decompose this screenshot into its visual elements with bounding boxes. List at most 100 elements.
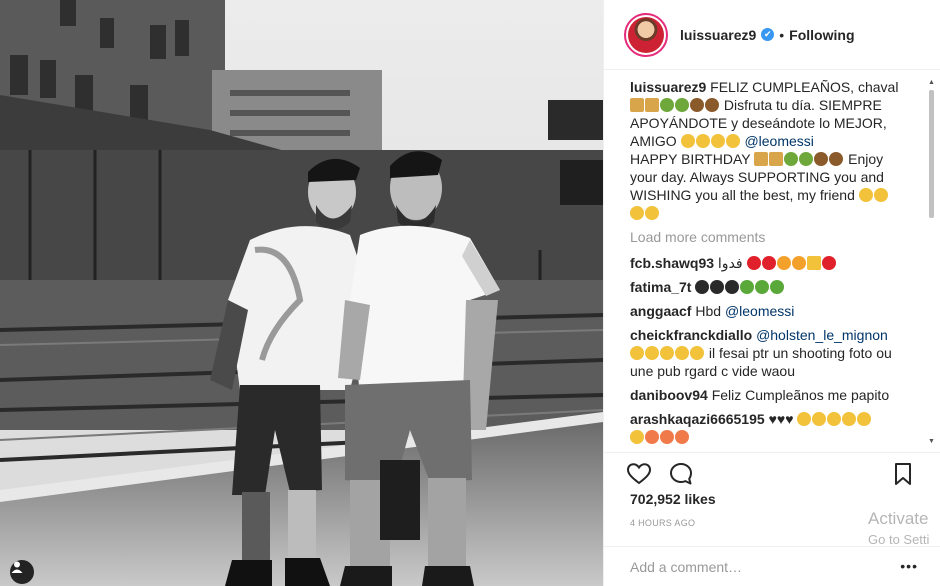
flexed-biceps-icon — [680, 134, 695, 148]
caption-username[interactable]: luissuarez9 — [630, 79, 706, 95]
load-more-comments[interactable]: Load more comments — [630, 228, 916, 246]
fist-icon — [710, 134, 725, 148]
comment-text: ♥♥♥ — [768, 411, 794, 427]
comment-username[interactable]: arashkaqazi6665195 — [630, 411, 765, 427]
post-panel: luissuarez9 ✔ • Following luissuarez9 FE… — [603, 0, 940, 586]
mention-link[interactable]: @holsten_le_mignon — [756, 327, 888, 343]
caption: luissuarez9 FELIZ CUMPLEAÑOS, chaval Dis… — [630, 78, 916, 222]
comment-item: fatima_7t — [630, 278, 916, 296]
likes-count[interactable]: 702,952 likes — [630, 491, 716, 507]
comment-item: arashkaqazi6665195 ♥♥♥ — [630, 410, 916, 444]
caption-line-6: your day. Always SUPPORTING you and — [630, 169, 884, 185]
mention-link[interactable]: @leomessi — [744, 133, 813, 149]
windows-activation-watermark: Activate Go to Setti — [868, 508, 929, 550]
carrot-icon — [660, 98, 674, 112]
flexed-biceps-icon — [873, 188, 888, 202]
post-photo[interactable] — [0, 0, 603, 586]
scroll-up-arrow-icon[interactable]: ▲ — [927, 78, 936, 87]
fist-icon — [630, 206, 644, 220]
caption-line-4: AMIGO — [630, 133, 677, 149]
heart-eyes-icon — [660, 430, 674, 444]
following-button[interactable]: Following — [789, 27, 854, 43]
heart-eyes-icon — [675, 430, 689, 444]
spade-emoji-icon — [710, 280, 725, 294]
clapping-hands-icon — [857, 412, 872, 426]
sad-face-icon — [645, 346, 659, 360]
cat-face-icon — [791, 256, 806, 270]
comments-scrollbar[interactable]: ▲ ▼ — [927, 78, 936, 446]
cake-icon — [829, 152, 844, 166]
avatar-image — [628, 16, 664, 53]
spade-emoji-icon — [725, 280, 740, 294]
action-bar — [604, 452, 940, 492]
instagram-post: luissuarez9 ✔ • Following luissuarez9 FE… — [0, 0, 940, 586]
caption-line-5: HAPPY BIRTHDAY — [630, 151, 751, 167]
mention-link[interactable]: @leomessi — [725, 303, 794, 319]
watermark-title: Activate — [868, 509, 929, 528]
comment-username[interactable]: cheickfranckdiallo — [630, 327, 752, 343]
emoji-group-1 — [630, 97, 720, 113]
caption-line-2: Disfruta tu día. SIEMPRE — [723, 97, 882, 113]
comment-username[interactable]: daniboov94 — [630, 387, 708, 403]
comment-username[interactable]: anggaacf — [630, 303, 691, 319]
comment-item: anggaacf Hbd @leomessi — [630, 302, 916, 320]
photo-illustration — [0, 0, 603, 586]
cake-icon — [705, 98, 719, 112]
cake-icon — [814, 152, 829, 166]
heart-emoji-icon — [821, 256, 836, 270]
comment-username[interactable]: fcb.shawq93 — [630, 255, 714, 271]
cactus-icon — [755, 280, 770, 294]
cactus-icon — [770, 280, 785, 294]
comment-text: Hbd — [695, 303, 722, 319]
cactus-icon — [740, 280, 755, 294]
sad-face-icon — [630, 346, 644, 360]
header-separator: • — [779, 26, 785, 43]
speech-bubble-icon[interactable] — [668, 461, 694, 487]
add-comment-input[interactable] — [630, 558, 870, 575]
watermark-subtitle: Go to Setti — [868, 532, 930, 547]
person-tag-icon[interactable] — [10, 560, 34, 584]
praying-face-icon — [842, 412, 857, 426]
header-username[interactable]: luissuarez9 — [680, 27, 756, 43]
avatar[interactable] — [624, 12, 668, 57]
comment-text: فدوا — [717, 255, 743, 271]
comment-username[interactable]: fatima_7t — [630, 279, 691, 295]
spade-emoji-icon — [695, 280, 710, 294]
comment-list[interactable]: luissuarez9 FELIZ CUMPLEAÑOS, chaval Dis… — [604, 78, 922, 444]
scroll-thumb[interactable] — [929, 90, 934, 218]
flexed-biceps-icon — [858, 188, 873, 202]
emoji-1-icon — [645, 98, 659, 112]
caption-line-5b: Enjoy — [848, 151, 884, 167]
comment-item: daniboov94 Feliz Cumpleãnos me papito — [630, 386, 916, 404]
emoji-1-icon — [769, 152, 784, 166]
emoji-3-icon — [754, 152, 769, 166]
verified-badge-icon: ✔ — [761, 28, 775, 41]
scroll-down-arrow-icon[interactable]: ▼ — [927, 437, 936, 446]
fist-icon — [645, 206, 659, 220]
post-header: luissuarez9 ✔ • Following — [604, 0, 940, 70]
crown-icon — [806, 256, 821, 270]
caption-line-3: APOYÁNDOTE y deseándote lo MEJOR, — [630, 115, 887, 131]
bookmark-icon[interactable] — [890, 461, 916, 487]
praying-face-icon — [797, 412, 812, 426]
comment-item: fcb.shawq93 فدوا — [630, 254, 916, 272]
comment-item: cheickfranckdiallo @holsten_le_mignon il… — [630, 326, 916, 380]
sad-face-icon — [660, 346, 674, 360]
caption-line-7: WISHING you all the best, my friend — [630, 187, 855, 203]
heart-icon[interactable] — [626, 461, 652, 487]
post-timestamp[interactable]: 4 HOURS AGO — [630, 518, 695, 528]
comment-text: Feliz Cumpleãnos me papito — [711, 387, 890, 403]
carrot-icon — [784, 152, 799, 166]
caption-line-1: FELIZ CUMPLEAÑOS, chaval — [710, 79, 899, 95]
heart-eyes-icon — [645, 430, 659, 444]
heart-emoji-icon — [746, 256, 761, 270]
more-options-icon[interactable]: ••• — [900, 558, 918, 574]
carrot-icon — [799, 152, 814, 166]
heart-emoji-icon — [761, 256, 776, 270]
sad-face-icon — [690, 346, 704, 360]
fist-icon — [725, 134, 740, 148]
praying-face-icon — [827, 412, 842, 426]
add-comment-bar — [604, 546, 940, 586]
carrot-icon — [675, 98, 689, 112]
cat-face-icon — [776, 256, 791, 270]
